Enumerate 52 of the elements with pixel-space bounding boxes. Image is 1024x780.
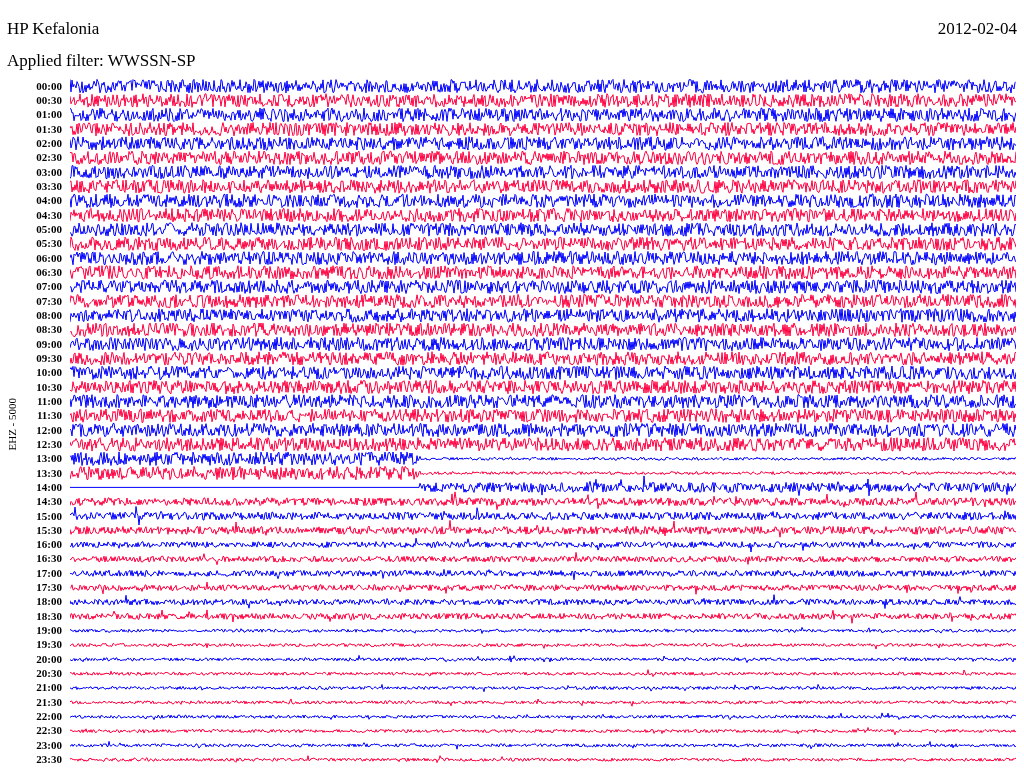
time-label: 07:00 xyxy=(35,279,63,294)
time-label: 02:00 xyxy=(35,136,63,151)
time-label: 21:30 xyxy=(35,695,63,710)
time-label: 03:00 xyxy=(35,164,63,180)
time-label: 13:30 xyxy=(35,465,63,481)
time-label: 20:30 xyxy=(35,666,63,681)
time-label: 17:30 xyxy=(35,580,63,595)
time-label: 22:30 xyxy=(35,723,63,739)
time-label: 19:30 xyxy=(35,637,63,653)
time-label: 19:00 xyxy=(35,623,63,638)
time-label: 16:00 xyxy=(35,537,63,552)
time-label: 03:30 xyxy=(35,179,63,194)
time-label: 21:00 xyxy=(35,680,63,696)
time-label: 06:00 xyxy=(35,250,63,266)
date-label: 2012-02-04 xyxy=(937,20,1017,37)
time-label: 01:30 xyxy=(35,122,63,137)
time-label: 04:00 xyxy=(35,193,63,208)
time-label: 20:00 xyxy=(35,652,63,667)
time-label: 11:30 xyxy=(35,408,63,423)
time-label: 17:00 xyxy=(35,566,63,581)
time-label: 16:30 xyxy=(35,551,63,567)
time-label: 14:30 xyxy=(35,494,63,509)
time-label: 05:30 xyxy=(35,236,63,251)
time-label: 00:30 xyxy=(35,93,63,108)
time-label: 18:00 xyxy=(35,594,63,610)
time-label: 13:00 xyxy=(35,451,63,466)
time-label: 02:30 xyxy=(35,150,63,165)
time-label: 09:30 xyxy=(35,351,63,366)
filter-label: Applied filter: WWSSN-SP xyxy=(7,51,196,70)
time-label: 15:30 xyxy=(35,523,63,538)
channel-label: EHZ - 5000 xyxy=(4,397,19,451)
time-label: 05:00 xyxy=(35,222,63,237)
time-label: 22:00 xyxy=(35,709,63,724)
time-label: 23:00 xyxy=(35,738,63,753)
time-label: 12:00 xyxy=(35,422,63,438)
station-title: HP Kefalonia xyxy=(7,20,100,37)
time-label: 18:30 xyxy=(35,609,63,624)
time-label: 14:00 xyxy=(35,480,63,495)
time-label: 12:30 xyxy=(35,437,63,452)
time-label: 08:30 xyxy=(35,322,63,337)
time-label: 11:00 xyxy=(35,394,63,409)
time-label: 01:00 xyxy=(35,107,63,122)
time-label: 08:00 xyxy=(35,308,63,323)
time-label: 06:30 xyxy=(35,265,63,280)
time-label: 00:00 xyxy=(35,79,63,94)
time-label: 10:00 xyxy=(35,365,63,380)
time-label: 09:00 xyxy=(35,336,63,352)
time-label: 04:30 xyxy=(35,207,63,223)
time-label: 10:30 xyxy=(35,379,63,395)
time-label: 23:30 xyxy=(35,752,63,767)
time-label: 15:00 xyxy=(35,508,63,524)
time-label: 07:30 xyxy=(35,293,63,309)
